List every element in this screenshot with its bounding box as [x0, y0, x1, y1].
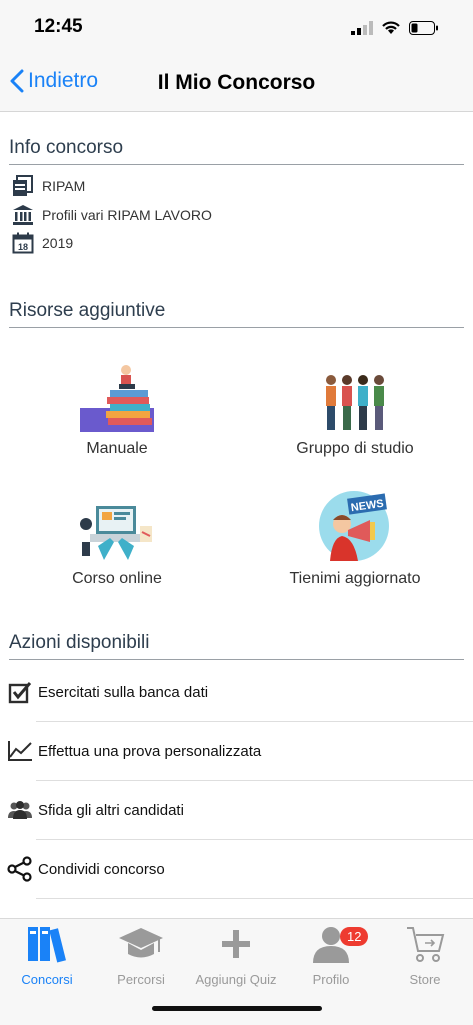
info-row-anno: 18 2019	[12, 232, 73, 254]
action-esercitati-label: Esercitati sulla banca dati	[38, 683, 209, 701]
tab-concorsi[interactable]: Concorsi	[0, 925, 94, 987]
profile-badge: 12	[340, 927, 369, 946]
status-icons	[351, 20, 439, 35]
cart-icon	[407, 927, 445, 962]
line-chart-icon	[8, 741, 32, 761]
graduation-cap-icon	[119, 928, 163, 958]
info-row-profili: Profili vari RIPAM LAVORO	[12, 204, 212, 226]
tab-aggiungi-label: Aggiungi Quiz	[195, 972, 277, 987]
back-label: Indietro	[28, 69, 99, 92]
resource-manuale[interactable]: Manuale	[17, 362, 217, 458]
signal-icon	[351, 20, 373, 35]
resource-corso-label: Corso online	[72, 570, 162, 587]
action-sfida[interactable]: Sfida gli altri candidati	[0, 781, 473, 839]
resource-gruppo-studio[interactable]: Gruppo di studio	[255, 362, 455, 458]
tab-store-label: Store	[409, 972, 441, 987]
checkbox-icon	[8, 682, 32, 704]
calendar-icon: 18	[12, 232, 34, 254]
news-megaphone-icon: NEWS	[319, 491, 389, 561]
action-esercitati[interactable]: Esercitati sulla banca dati	[0, 663, 473, 721]
plus-icon	[222, 930, 250, 958]
info-profili-text: Profili vari RIPAM LAVORO	[42, 207, 212, 223]
study-group-icon	[326, 375, 384, 430]
books-icon	[80, 365, 154, 432]
status-bar: 12:45	[0, 0, 473, 56]
laptop-icon	[80, 506, 152, 560]
document-icon	[13, 175, 33, 196]
divider	[36, 898, 473, 899]
action-sfida-label: Sfida gli altri candidati	[38, 801, 184, 819]
navigation-bar: Indietro Il Mio Concorso	[0, 56, 473, 112]
action-condividi[interactable]: Condividi concorso	[0, 840, 473, 898]
section-title-actions: Azioni disponibili	[9, 632, 464, 660]
info-anno-text: 2019	[42, 235, 74, 251]
battery-icon	[409, 20, 438, 35]
back-button[interactable]: Indietro	[10, 69, 98, 93]
tab-percorsi-label: Percorsi	[117, 972, 165, 987]
wifi-icon	[382, 21, 400, 34]
section-title-info: Info concorso	[9, 137, 464, 165]
share-icon	[7, 856, 32, 882]
tab-profilo-label: Profilo	[312, 972, 350, 987]
chevron-left-icon	[10, 69, 24, 93]
home-indicator	[152, 1006, 322, 1011]
tab-concorsi-label: Concorsi	[21, 972, 73, 987]
books-tab-icon	[28, 927, 66, 963]
action-prova-personalizzata[interactable]: Effettua una prova personalizzata	[0, 722, 473, 780]
info-row-ente: RIPAM	[12, 175, 85, 197]
svg-text:18: 18	[18, 242, 28, 252]
tab-percorsi[interactable]: Percorsi	[94, 925, 188, 987]
resource-manuale-label: Manuale	[86, 440, 148, 457]
info-ente-text: RIPAM	[42, 178, 86, 194]
resource-corso-online[interactable]: Corso online	[17, 492, 217, 588]
tab-store[interactable]: Store	[378, 925, 472, 987]
users-icon	[8, 801, 32, 819]
action-prova-label: Effettua una prova personalizzata	[38, 742, 262, 760]
resource-tienimi-label: Tienimi aggiornato	[289, 570, 421, 587]
resource-tienimi-aggiornato[interactable]: NEWS Tienimi aggiornato	[255, 491, 455, 588]
tab-profilo[interactable]: 12 Profilo	[284, 925, 378, 987]
section-title-resources: Risorse aggiuntive	[9, 300, 464, 328]
tab-aggiungi-quiz[interactable]: Aggiungi Quiz	[189, 925, 283, 987]
action-condividi-label: Condividi concorso	[38, 860, 165, 878]
resource-gruppo-label: Gruppo di studio	[296, 440, 414, 457]
status-time: 12:45	[34, 16, 83, 37]
institution-icon	[13, 205, 33, 225]
